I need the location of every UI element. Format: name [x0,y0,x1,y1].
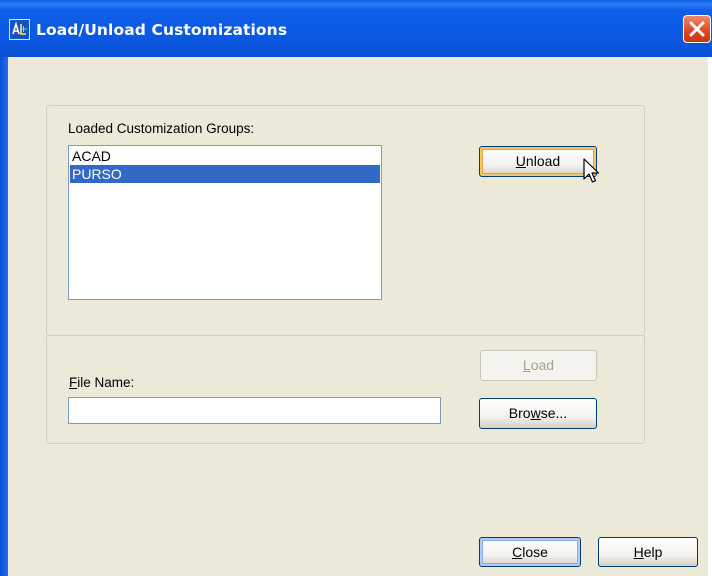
close-button[interactable]: Close [479,537,581,567]
autocad-app-icon[interactable] [9,19,30,40]
title-bar[interactable]: Load/Unload Customizations [0,0,712,57]
load-button[interactable]: Load [480,350,597,381]
unload-button[interactable]: Unload [479,146,597,177]
window-border-left [0,57,8,576]
file-name-input[interactable] [68,397,441,424]
load-mnemonic: L [522,357,531,373]
mouse-pointer-icon [583,158,603,188]
list-item-purso[interactable]: PURSO [70,165,380,183]
unload-mnemonic: U [515,153,526,169]
close-mnemonic: C [512,544,523,560]
browse-mnemonic: w [530,405,541,421]
help-mnemonic: H [633,544,644,560]
list-item-acad[interactable]: ACAD [70,147,380,165]
file-name-label: File Name: [69,375,135,390]
help-button[interactable]: Help [598,537,698,567]
browse-button[interactable]: Browse... [479,398,597,429]
loaded-groups-label: Loaded Customization Groups: [68,121,255,136]
close-x-icon[interactable] [683,15,711,43]
loaded-groups-list[interactable]: ACAD PURSO [68,145,382,300]
window-title: Load/Unload Customizations [36,21,288,39]
